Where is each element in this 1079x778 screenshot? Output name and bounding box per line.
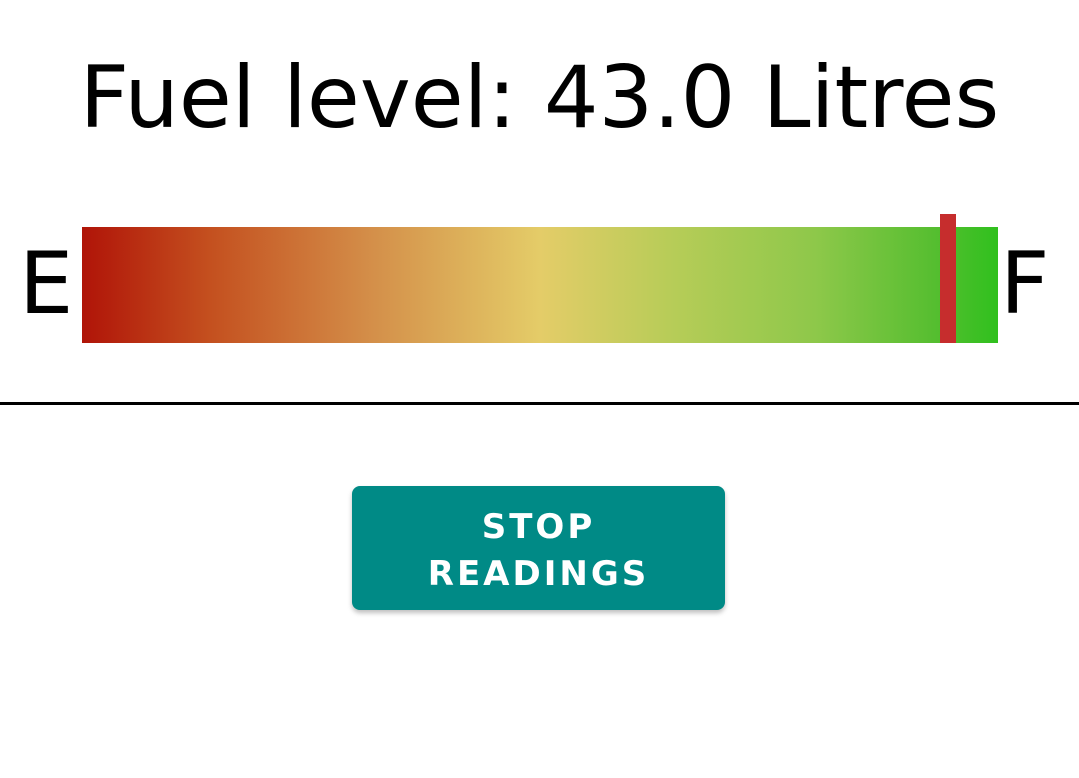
fuel-gauge-needle [939,214,956,343]
gauge-empty-label: E [19,234,74,334]
gauge-full-label: F [1000,234,1050,334]
divider [0,402,1079,405]
stop-button-label-line1: STOP [481,507,596,547]
stop-readings-button[interactable]: STOP READINGS [352,486,725,610]
fuel-gauge-bar [82,227,998,343]
fuel-level-title: Fuel level: 43.0 Litres [79,48,1000,148]
stop-button-label-line2: READINGS [427,554,650,594]
